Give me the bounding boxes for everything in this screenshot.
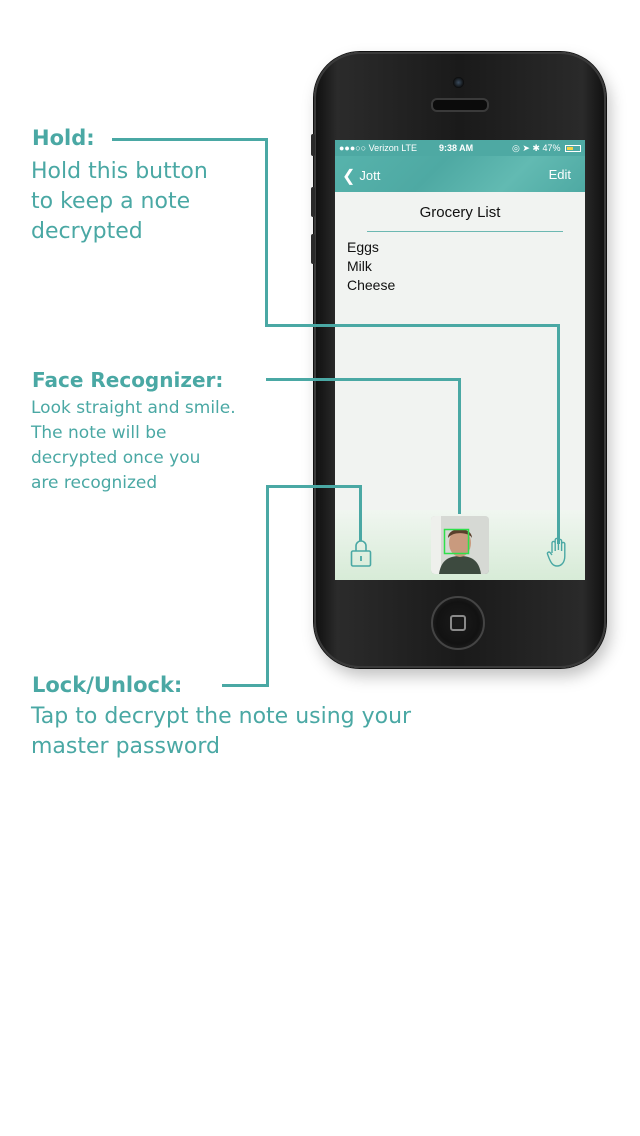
lock-connector-line: [266, 485, 269, 687]
hold-line-3: decrypted: [31, 219, 143, 244]
face-recognizer-camera[interactable]: [431, 516, 489, 574]
note-line: Eggs: [347, 239, 379, 255]
volume-up-button: [311, 187, 315, 217]
hold-connector-line: [265, 138, 268, 327]
phone-screen: ●●●○○ Verizon LTE 9:38 AM ◎ ➤ ✱ 47% ❮ Jot…: [335, 140, 585, 580]
face-title: Face Recognizer:: [32, 368, 224, 392]
lock-description: Tap to decrypt the note using your maste…: [31, 702, 411, 762]
face-connector-line: [458, 378, 461, 514]
lock-line-1: Tap to decrypt the note using your: [31, 704, 412, 729]
face-line-2: The note will be: [31, 423, 167, 443]
status-bar: ●●●○○ Verizon LTE 9:38 AM ◎ ➤ ✱ 47%: [335, 140, 585, 156]
note-body[interactable]: Eggs Milk Cheese: [347, 238, 395, 295]
face-line-1: Look straight and smile.: [31, 398, 236, 418]
home-square-icon: [450, 615, 466, 631]
hold-title: Hold:: [32, 126, 95, 150]
lock-connector-line: [222, 684, 269, 687]
note-line: Cheese: [347, 277, 396, 293]
hold-connector-line: [265, 324, 560, 327]
navigation-bar: ❮ Jott Edit: [335, 156, 585, 192]
home-button[interactable]: [431, 596, 485, 650]
lock-button[interactable]: [350, 538, 372, 568]
lock-icon: [350, 540, 372, 567]
mute-switch: [311, 134, 315, 156]
title-divider: [367, 231, 563, 232]
back-label: Jott: [359, 168, 381, 183]
face-connector-line: [266, 378, 461, 381]
volume-down-button: [311, 234, 315, 264]
face-line-3: decrypted once you: [31, 448, 201, 468]
bottom-toolbar: [335, 510, 585, 580]
lock-connector-line: [359, 485, 362, 541]
status-icons: ◎ ➤ ✱: [512, 143, 543, 153]
note-line: Milk: [347, 258, 372, 274]
status-right: ◎ ➤ ✱ 47%: [512, 143, 581, 154]
lock-title: Lock/Unlock:: [32, 673, 183, 697]
carrier-label: ●●●○○ Verizon LTE: [339, 143, 418, 153]
face-preview-image: [431, 516, 489, 574]
back-button[interactable]: ❮ Jott: [342, 165, 380, 185]
edit-button[interactable]: Edit: [549, 167, 571, 182]
status-time: 9:38 AM: [439, 143, 474, 153]
hold-connector-line: [112, 138, 268, 141]
front-camera: [453, 77, 464, 88]
face-line-4: are recognized: [31, 473, 158, 493]
hold-connector-line: [557, 324, 560, 544]
lock-line-2: master password: [31, 734, 221, 759]
hold-line-1: Hold this button: [31, 159, 208, 184]
note-title: Grocery List: [419, 204, 501, 221]
hold-line-2: to keep a note: [31, 189, 191, 214]
lock-connector-line: [266, 485, 362, 488]
earpiece-speaker: [431, 98, 489, 112]
face-description: Look straight and smile. The note will b…: [31, 396, 236, 496]
phone-mockup: ●●●○○ Verizon LTE 9:38 AM ◎ ➤ ✱ 47% ❮ Jot…: [311, 52, 606, 668]
hold-description: Hold this button to keep a note decrypte…: [31, 157, 208, 247]
battery-icon: [565, 145, 581, 152]
battery-percent: 47%: [542, 143, 561, 153]
chevron-left-icon: ❮: [342, 168, 356, 185]
